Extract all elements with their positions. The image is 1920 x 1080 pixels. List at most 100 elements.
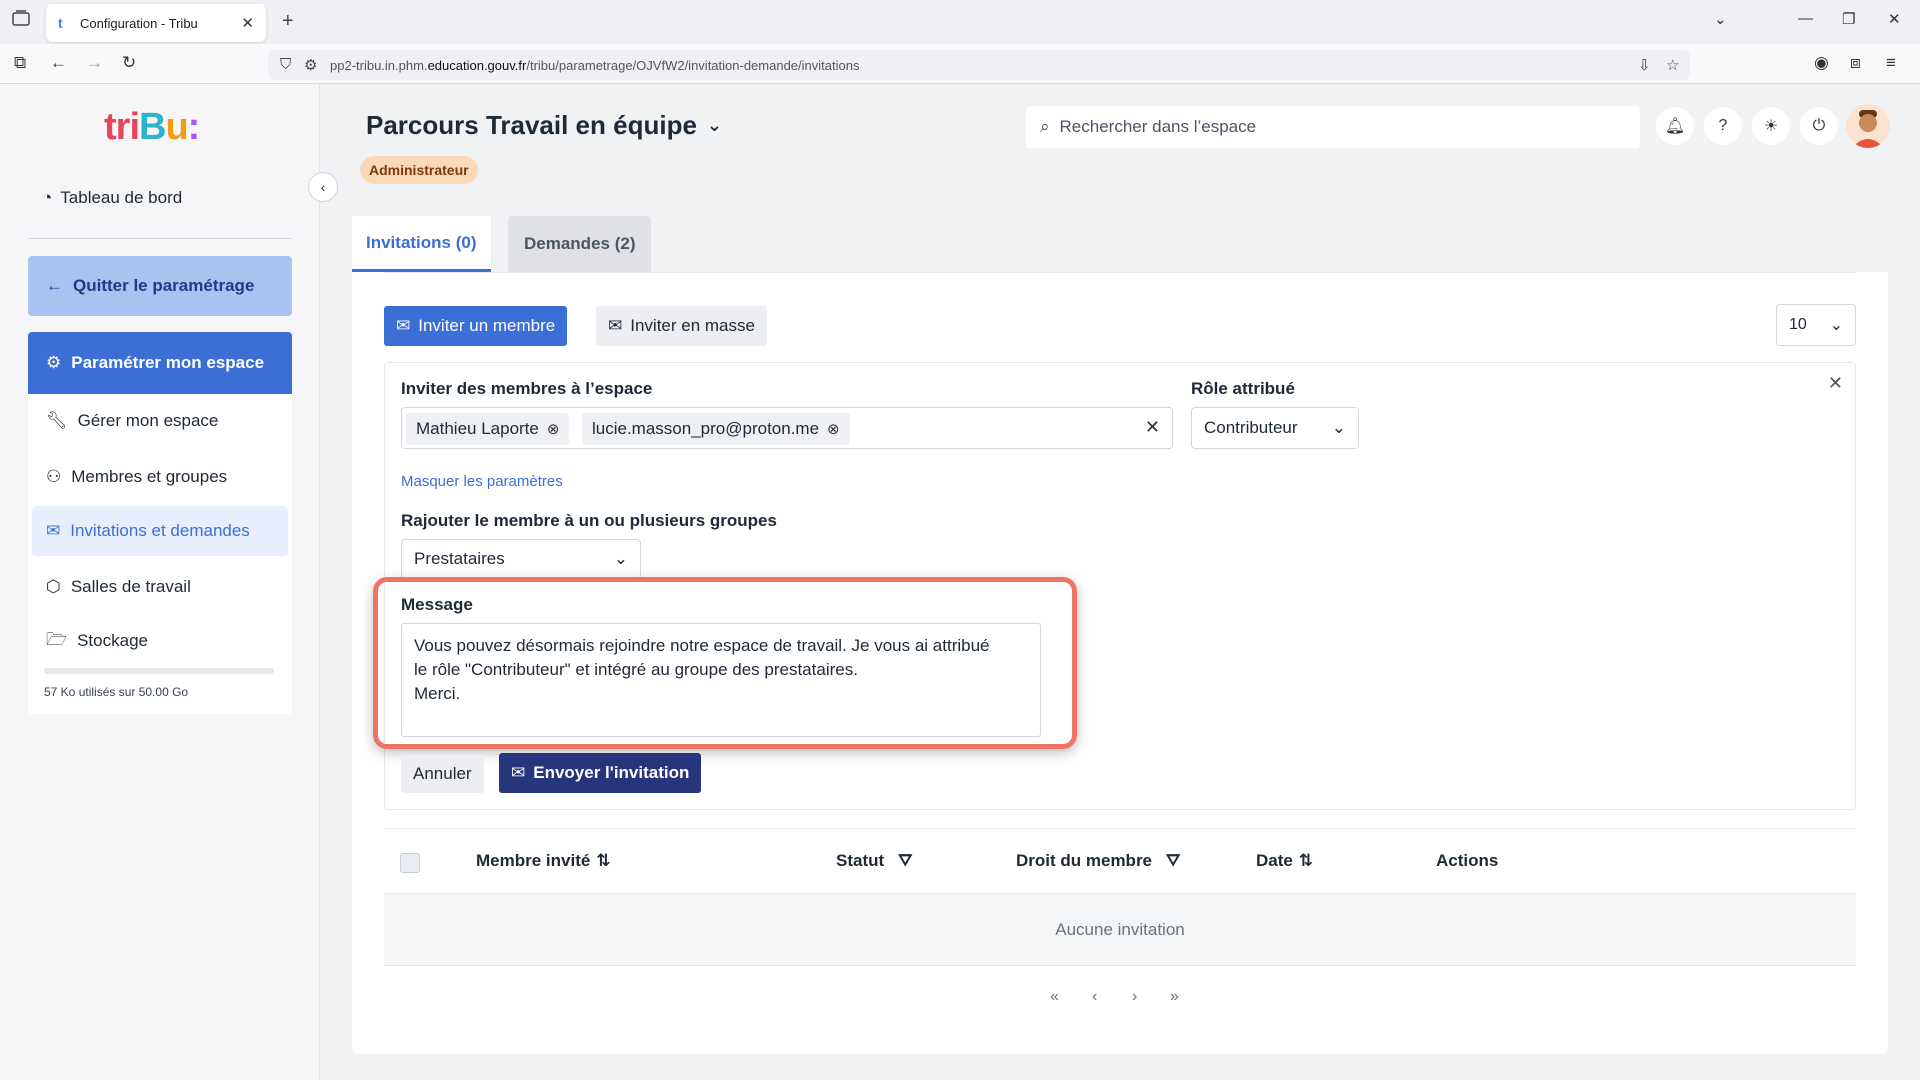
mail-icon: ✉	[46, 521, 61, 540]
browser-tab[interactable]: t Configuration - Tribu ✕	[46, 4, 266, 42]
role-label: Rôle attribué	[1191, 379, 1295, 398]
invitee-chip: lucie.masson_pro@proton.me ⊗	[582, 413, 850, 445]
account-icon[interactable]: ◉	[1814, 53, 1829, 73]
first-page-icon[interactable]: «	[1050, 988, 1059, 1006]
chevron-down-icon: ⌄	[706, 115, 723, 135]
storage-progress-bar	[44, 668, 274, 674]
remove-chip-icon[interactable]: ⊗	[827, 420, 840, 438]
menu-icon[interactable]: ≡	[1886, 53, 1896, 73]
reload-icon[interactable]: ↻	[122, 53, 136, 73]
new-tab-icon[interactable]: +	[282, 10, 294, 33]
mail-icon: ✉	[511, 763, 526, 782]
theme-sun-icon[interactable]: ☀	[1752, 107, 1790, 145]
search-icon: ⌕	[1040, 117, 1050, 136]
select-all-checkbox[interactable]	[400, 853, 420, 873]
column-date[interactable]: Date ⇅	[1256, 851, 1313, 871]
close-panel-icon[interactable]: ✕	[1828, 373, 1843, 394]
send-invitation-button[interactable]: ✉ Envoyer l'invitation	[499, 753, 702, 793]
forward-icon[interactable]: →	[86, 53, 103, 73]
page-size-select[interactable]: 10 ⌄	[1776, 304, 1856, 346]
restore-icon[interactable]: ❐	[1842, 10, 1855, 28]
notifications-bell-icon[interactable]: 🔔︎	[1656, 107, 1694, 145]
url-path: /tribu/parametrage/OJVfW2/invitation-dem…	[526, 57, 860, 73]
empty-table-message: Aucune invitation	[384, 894, 1856, 966]
close-tab-icon[interactable]: ✕	[241, 14, 254, 32]
sort-icon: ⇅	[596, 851, 611, 870]
search-input[interactable]: ⌕ Rechercher dans l’espace	[1026, 106, 1640, 148]
column-member-rights[interactable]: Droit du membre ⛛	[1016, 851, 1180, 871]
app: triBu: ◔ Tableau de bord ← Quitter le pa…	[0, 84, 1920, 1080]
browser-navbar: ⧉ ← → ↻ ⛉ ⚙ pp2-tribu.in.phm. education.g…	[0, 44, 1920, 84]
site-permissions-icon[interactable]: ⚙	[304, 56, 317, 74]
clear-all-icon[interactable]: ✕	[1145, 417, 1160, 438]
collapse-sidebar-button[interactable]: ‹	[308, 172, 338, 202]
url-bar[interactable]: ⛉ ⚙ pp2-tribu.in.phm. education.gouv.fr/t…	[268, 50, 1690, 80]
message-textarea[interactable]: Vous pouvez désormais rejoindre notre es…	[401, 623, 1041, 737]
tab-invitations[interactable]: Invitations (0)	[352, 216, 491, 272]
tab-list-icon[interactable]	[12, 10, 30, 26]
dashboard-gauge-icon: ◔	[42, 188, 53, 207]
column-invited-member[interactable]: Membre invité ⇅	[476, 851, 611, 871]
minimize-icon[interactable]: —	[1798, 10, 1813, 27]
sort-icon: ⇅	[1298, 851, 1314, 870]
bulk-invite-button[interactable]: ✉ Inviter en masse	[596, 306, 767, 346]
remove-chip-icon[interactable]: ⊗	[547, 420, 560, 438]
invite-member-button[interactable]: ✉ Inviter un membre	[384, 306, 568, 346]
sidebar-item-work-rooms[interactable]: ⬡ Salles de travail	[32, 562, 288, 612]
divider	[384, 272, 1856, 273]
logout-power-icon[interactable]: ⏻	[1800, 107, 1838, 145]
role-select[interactable]: Contributeur ⌄	[1191, 407, 1359, 449]
sidebar-item-manage-space[interactable]: 🔧︎ Gérer mon espace	[32, 396, 288, 446]
mail-icon: ✉	[396, 316, 411, 335]
invite-members-label: Inviter des membres à l’espace	[401, 379, 653, 398]
space-title[interactable]: Parcours Travail en équipe ⌄	[366, 110, 722, 141]
sidebar-item-invitations[interactable]: ✉ Invitations et demandes	[32, 506, 288, 556]
invite-form-panel: Inviter des membres à l’espace Mathieu L…	[373, 362, 1856, 810]
extensions-icon[interactable]: ⧈	[1850, 53, 1861, 73]
tab-requests[interactable]: Demandes (2)	[508, 216, 652, 272]
install-app-icon[interactable]: ⇩	[1638, 56, 1651, 74]
sidebar-toggle-icon[interactable]: ⧉	[14, 53, 26, 73]
folder-icon: 🗁︎	[46, 629, 68, 649]
filter-icon[interactable]: ⛛	[1166, 851, 1180, 871]
sidebar-item-dashboard[interactable]: ◔ Tableau de bord	[42, 188, 182, 208]
tribu-favicon-icon: t	[58, 15, 63, 31]
back-icon[interactable]: ←	[50, 53, 67, 73]
shield-icon[interactable]: ⛉	[280, 56, 291, 73]
help-icon[interactable]: ?	[1704, 107, 1742, 145]
column-status[interactable]: Statut ⛛	[836, 851, 912, 871]
prev-page-icon[interactable]: ‹	[1092, 988, 1097, 1006]
sidebar-item-label: Tableau de bord	[60, 188, 183, 207]
close-window-icon[interactable]: ✕	[1888, 10, 1901, 28]
column-actions: Actions	[1436, 851, 1499, 870]
bookmark-star-icon[interactable]: ☆	[1666, 56, 1679, 74]
table-header: Membre invité ⇅ Statut ⛛ Droit du membre ⛛ …	[384, 828, 1856, 894]
invitee-tag-input[interactable]: Mathieu Laporte ⊗ lucie.masson_pro@proto…	[401, 407, 1173, 449]
avatar[interactable]	[1846, 104, 1890, 148]
message-label: Message	[401, 595, 473, 614]
configure-space-header[interactable]: ⚙ Paramétrer mon espace	[28, 332, 292, 394]
role-badge: Administrateur	[360, 156, 478, 184]
sidebar-item-storage[interactable]: 🗁︎ Stockage	[32, 616, 288, 666]
tribu-logo[interactable]: triBu:	[104, 106, 200, 149]
groups-label: Rajouter le membre à un ou plusieurs gro…	[401, 511, 777, 530]
tabs: Invitations (0) Demandes (2)	[352, 216, 1888, 272]
sidebar: triBu: ◔ Tableau de bord ← Quitter le pa…	[0, 84, 320, 1080]
last-page-icon[interactable]: »	[1170, 988, 1179, 1006]
invitee-chip: Mathieu Laporte ⊗	[406, 413, 570, 445]
hide-params-link[interactable]: Masquer les paramètres	[401, 473, 563, 490]
browser-tab-title: Configuration - Tribu	[80, 15, 198, 31]
filter-icon[interactable]: ⛛	[898, 851, 912, 871]
chevron-down-icon: ⌄	[1331, 418, 1346, 437]
sidebar-item-members-groups[interactable]: ⚇ Membres et groupes	[32, 452, 288, 502]
groups-select[interactable]: Prestataires ⌄	[401, 539, 641, 579]
arrow-left-icon: ←	[46, 276, 63, 295]
gear-icon: ⚙	[46, 353, 62, 372]
url-domain: education.gouv.fr	[427, 57, 527, 73]
next-page-icon[interactable]: ›	[1132, 988, 1137, 1006]
main-card: Invitations (0) Demandes (2) ✉ Inviter u…	[352, 216, 1888, 1054]
quit-settings-button[interactable]: ← Quitter le paramétrage	[28, 256, 292, 316]
cancel-button[interactable]: Annuler	[401, 755, 484, 793]
divider	[28, 238, 292, 239]
tab-overflow-chevron-icon[interactable]: ⌄	[1714, 10, 1727, 28]
